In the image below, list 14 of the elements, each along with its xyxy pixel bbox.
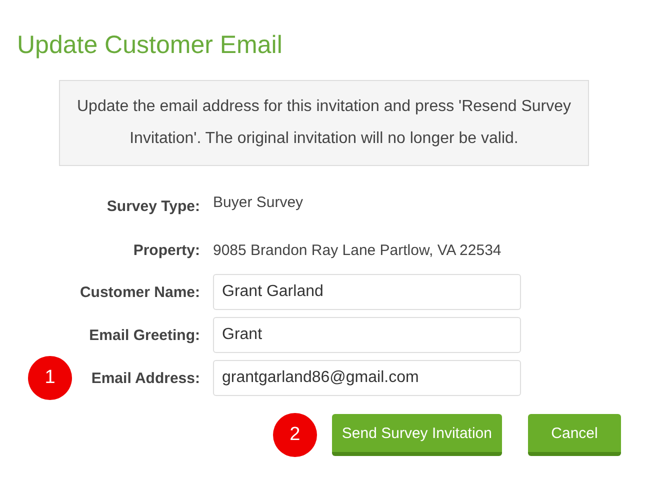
input-field[interactable]: Grant Garland [213,274,521,310]
callout-badge: 2 [272,413,317,457]
input-field[interactable]: Grant [213,317,521,353]
field-label: Email Greeting: [89,326,200,344]
field-value: Buyer Survey [213,193,304,213]
field-label: Customer Name: [80,284,200,300]
field-label: Survey Type: [106,197,200,217]
notice-message: Update the email address for this invitation and press 'Resend Survey Invitation'. The original invitation will no longer be valid. [59,80,589,166]
field-label: Email Address: [91,370,200,386]
field-label: Property: [132,241,200,261]
callout-badge: 1 [28,356,72,400]
page-title: Update Customer Email [17,30,284,61]
field-value: 9085 Brandon Ray Lane Partlow, VA 22534 [213,241,502,261]
input-field[interactable]: grantgarland86@gmail.com [213,360,521,396]
